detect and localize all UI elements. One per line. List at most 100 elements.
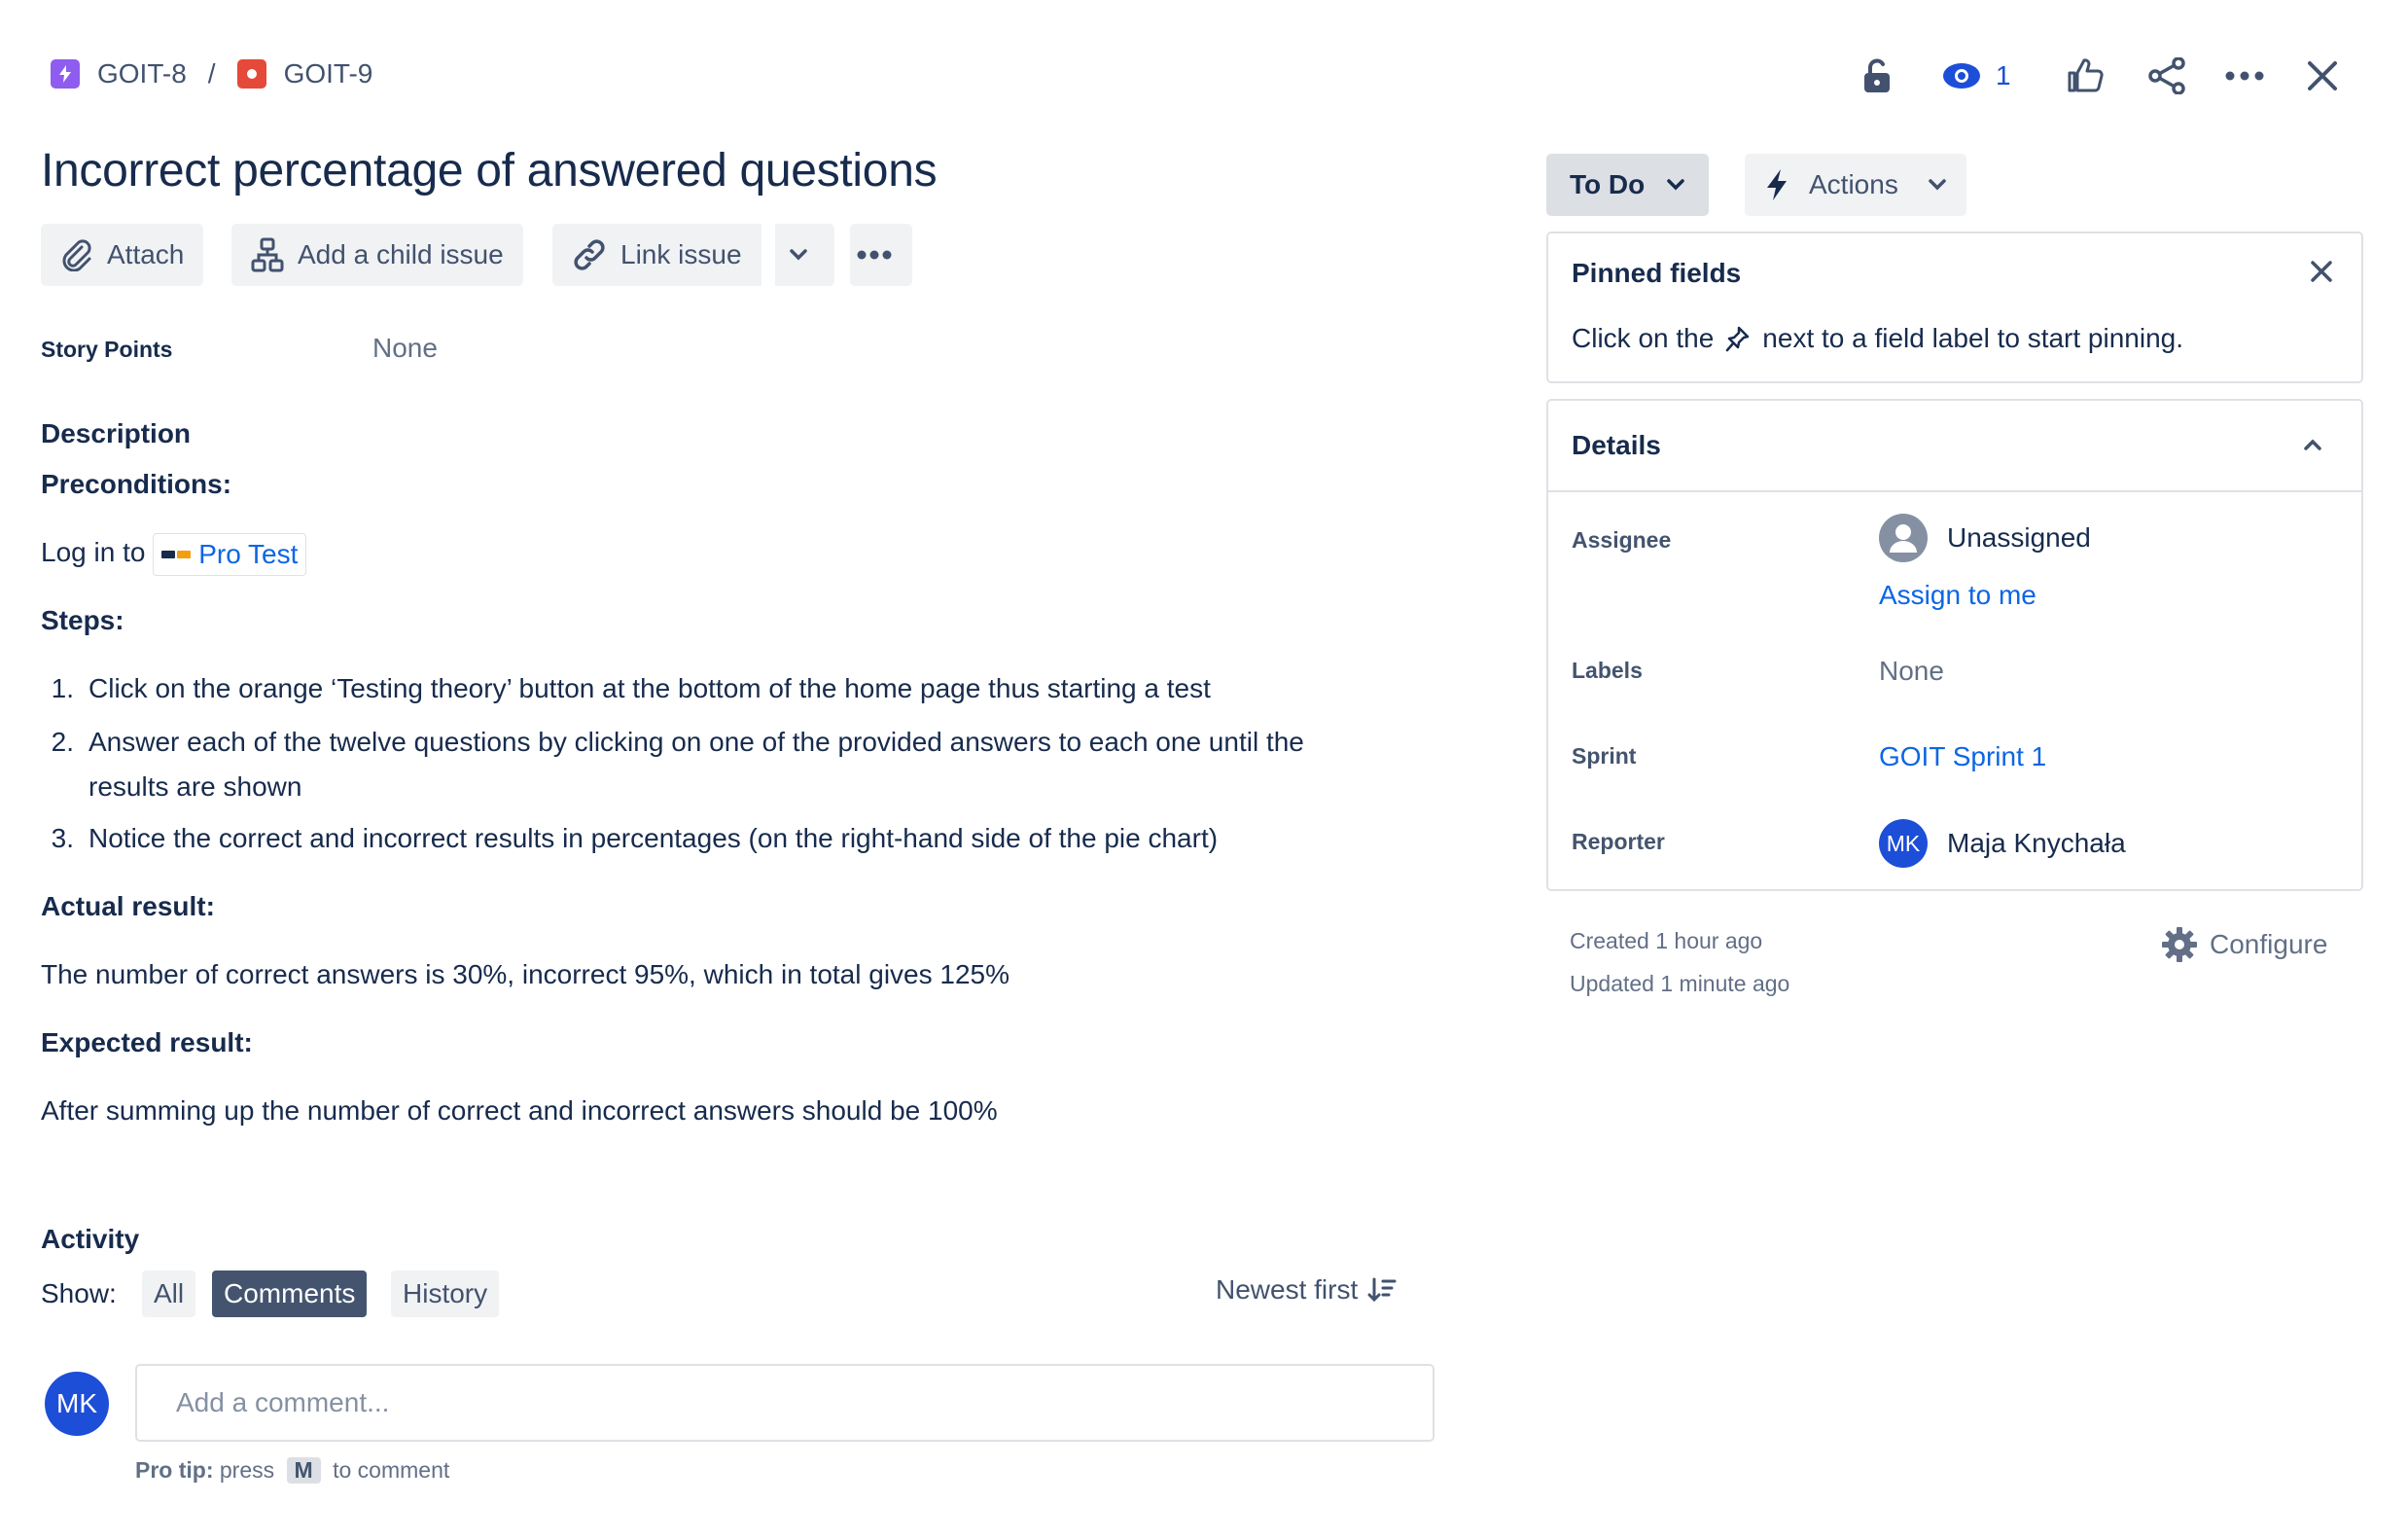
unassigned-avatar-icon <box>1879 514 1928 562</box>
actions-label: Actions <box>1809 169 1898 199</box>
step-text: Notice the correct and incorrect results… <box>89 823 1219 853</box>
add-child-label: Add a child issue <box>298 239 504 269</box>
labels-value[interactable]: None <box>1879 656 1944 687</box>
assignee-value: Unassigned <box>1947 522 2091 553</box>
login-line: Log in to Pro Test <box>41 530 307 576</box>
description-heading: Description <box>41 418 192 448</box>
comment-placeholder: Add a comment... <box>176 1387 390 1417</box>
assignee-field[interactable]: Unassigned <box>1879 514 2091 562</box>
reporter-label: Reporter <box>1572 829 1665 854</box>
eye-icon <box>1941 60 1982 91</box>
breadcrumb: GOIT-8 / GOIT-9 <box>51 58 372 89</box>
details-panel <box>1546 399 2363 891</box>
link-issue-dropdown[interactable] <box>772 224 834 286</box>
watchers-count: 1 <box>1996 60 2011 90</box>
login-prefix: Log in to <box>41 537 146 567</box>
attach-button[interactable]: Attach <box>41 224 204 286</box>
assign-to-me-link[interactable]: Assign to me <box>1879 580 2036 611</box>
watch-button[interactable]: 1 <box>1941 51 2019 101</box>
sort-button[interactable]: Newest first <box>1216 1274 1397 1306</box>
status-label: To Do <box>1570 169 1646 199</box>
reporter-field[interactable]: MK Maja Knychała <box>1879 819 2126 868</box>
hierarchy-icon <box>251 237 298 272</box>
step-number: 1. <box>51 673 74 703</box>
tab-comments[interactable]: Comments <box>212 1271 368 1317</box>
more-actions-button[interactable] <box>850 224 912 286</box>
comment-input[interactable]: Add a comment... <box>135 1364 1434 1442</box>
current-user-avatar: MK <box>45 1372 109 1436</box>
story-points-value[interactable]: None <box>372 333 438 364</box>
actions-dropdown[interactable]: Actions <box>1745 154 1966 216</box>
gear-icon <box>2161 926 2198 963</box>
issue-title[interactable]: Incorrect percentage of answered questio… <box>41 144 938 197</box>
share-icon[interactable] <box>2143 51 2190 101</box>
lock-icon[interactable] <box>1854 51 1900 101</box>
site-favicon-icon <box>161 548 192 561</box>
step-number: 3. <box>51 823 74 853</box>
add-child-issue-button[interactable]: Add a child issue <box>231 224 523 286</box>
breadcrumb-separator: / <box>207 58 216 89</box>
link-icon <box>572 237 620 272</box>
status-dropdown[interactable]: To Do <box>1546 154 1710 216</box>
pinned-fields-title: Pinned fields <box>1572 258 1742 288</box>
chevron-up-icon[interactable] <box>2303 438 2322 451</box>
created-timestamp: Created 1 hour ago <box>1570 928 1763 953</box>
breadcrumb-parent-link[interactable]: GOIT-8 <box>97 58 187 89</box>
activity-heading: Activity <box>41 1224 140 1254</box>
labels-label: Labels <box>1572 658 1643 683</box>
details-header-divider <box>1548 490 2361 492</box>
actual-result-label: Actual result: <box>41 891 215 921</box>
step-text: Click on the orange ‘Testing theory’ but… <box>89 673 1211 703</box>
thumbs-up-icon[interactable] <box>2062 51 2108 101</box>
step-number: 2. <box>51 727 74 757</box>
step-text: Answer each of the twelve questions by c… <box>89 727 1304 802</box>
link-issue-button[interactable]: Link issue <box>552 224 761 286</box>
configure-label: Configure <box>2210 929 2328 959</box>
configure-button[interactable]: Configure <box>2161 926 2327 963</box>
breadcrumb-current-link[interactable]: GOIT-9 <box>284 58 373 89</box>
reporter-name: Maja Knychała <box>1947 828 2126 858</box>
more-icon[interactable] <box>2221 51 2268 101</box>
expected-result-label: Expected result: <box>41 1027 253 1057</box>
sprint-label: Sprint <box>1572 743 1637 769</box>
show-label: Show: <box>41 1278 117 1308</box>
tab-history[interactable]: History <box>391 1271 500 1317</box>
pro-tip-press: press <box>219 1457 275 1483</box>
more-icon <box>857 250 905 260</box>
preconditions-label: Preconditions: <box>41 469 232 499</box>
actual-result-text: The number of correct answers is 30%, in… <box>41 959 1010 989</box>
sort-icon <box>1367 1276 1397 1304</box>
close-icon[interactable] <box>2309 259 2334 284</box>
assignee-label: Assignee <box>1572 527 1672 553</box>
paperclip-icon <box>60 238 107 271</box>
sprint-value[interactable]: GOIT Sprint 1 <box>1879 741 2046 772</box>
expected-result-text: After summing up the number of correct a… <box>41 1095 998 1126</box>
close-icon[interactable] <box>2299 51 2346 101</box>
reporter-avatar: MK <box>1879 819 1928 868</box>
shortcut-key: M <box>286 1457 321 1484</box>
pinned-hint: Click on the next to a field label to st… <box>1572 323 2183 354</box>
pin-icon <box>1725 325 1751 352</box>
attach-label: Attach <box>107 239 185 269</box>
tab-all[interactable]: All <box>142 1271 196 1317</box>
sort-label: Newest first <box>1216 1274 1359 1305</box>
pro-test-label: Pro Test <box>198 538 299 569</box>
chevron-down-icon <box>789 248 822 262</box>
pro-tip: Pro tip: press M to comment <box>135 1457 449 1484</box>
pinned-fields-panel <box>1546 232 2363 383</box>
updated-timestamp: Updated 1 minute ago <box>1570 971 1790 996</box>
pro-tip-suffix: to comment <box>333 1457 450 1483</box>
link-issue-label: Link issue <box>620 239 742 269</box>
lightning-icon <box>1764 168 1789 201</box>
pro-tip-label: Pro tip: <box>135 1457 214 1483</box>
story-points-label: Story Points <box>41 337 173 362</box>
bug-icon <box>236 59 266 89</box>
pinned-hint-prefix: Click on the <box>1572 323 1715 353</box>
pro-test-link[interactable]: Pro Test <box>153 532 307 576</box>
pinned-hint-suffix: next to a field label to start pinning. <box>1762 323 2184 353</box>
steps-label: Steps: <box>41 605 124 635</box>
details-title[interactable]: Details <box>1572 430 1661 461</box>
epic-icon <box>51 59 80 89</box>
chevron-down-icon <box>1928 178 1947 192</box>
chevron-down-icon <box>1666 178 1685 192</box>
